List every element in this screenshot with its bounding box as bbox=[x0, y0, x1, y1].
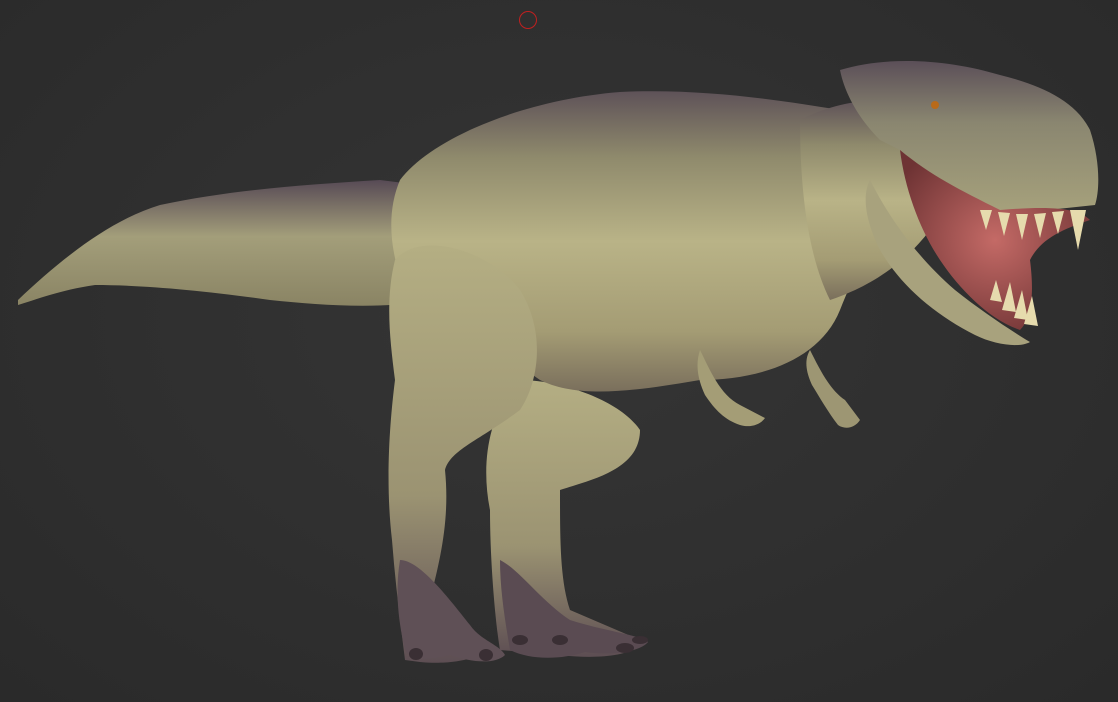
near-foot bbox=[397, 560, 505, 662]
brush-circle-icon bbox=[519, 11, 537, 29]
t-rex-sculpt-model[interactable] bbox=[0, 0, 1118, 702]
tail bbox=[18, 180, 430, 306]
eye bbox=[931, 101, 939, 109]
front-arm-far bbox=[806, 350, 860, 428]
3d-viewport-canvas[interactable] bbox=[0, 0, 1118, 702]
